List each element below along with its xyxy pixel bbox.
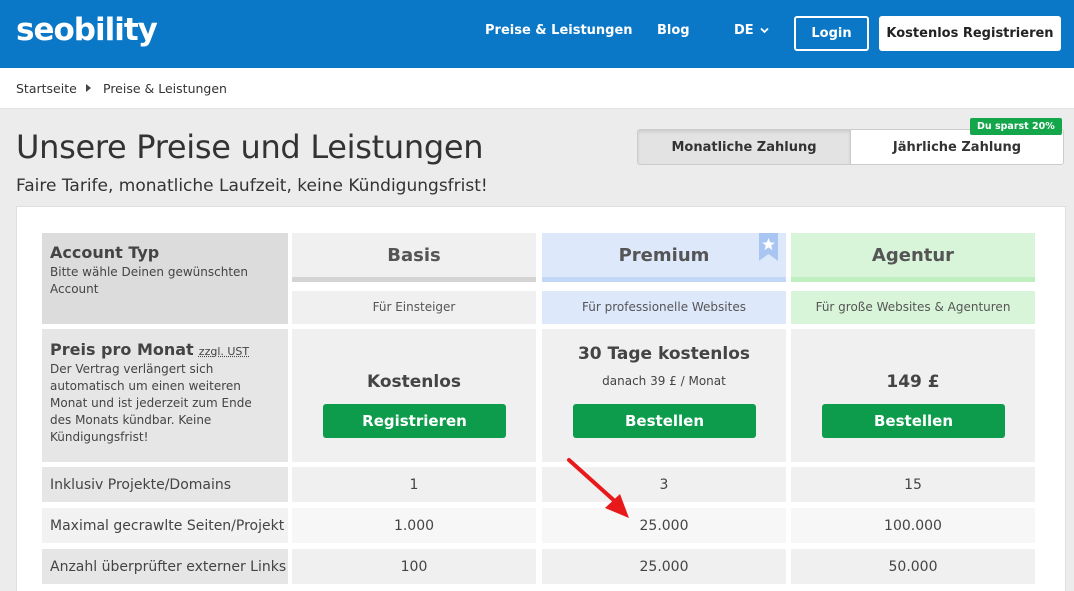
feature-value: 25.000 bbox=[639, 559, 689, 575]
account-type-title: Account Typ bbox=[50, 243, 160, 262]
feature-label: Anzahl überprüfter externer Links bbox=[50, 559, 287, 575]
seobility-logo[interactable]: seobility bbox=[16, 12, 158, 48]
plan-header-premium: Premium bbox=[542, 233, 786, 282]
price-agentur: 149 £ bbox=[886, 372, 940, 392]
feature-label: Inklusiv Projekte/Domains bbox=[50, 477, 232, 493]
top-navigation-bar: seobility Preise & Leistungen Blog DE Lo… bbox=[0, 0, 1074, 68]
price-cell-premium: 30 Tage kostenlos danach 39 £ / Monat Be… bbox=[542, 329, 786, 462]
feature-value: 50.000 bbox=[888, 559, 938, 575]
breadcrumb-home-link[interactable]: Startseite bbox=[16, 81, 77, 96]
vat-note: zzgl. UST bbox=[198, 345, 250, 358]
order-agentur-button[interactable]: Bestellen bbox=[822, 404, 1005, 438]
breadcrumb-current: Preise & Leistungen bbox=[103, 81, 227, 96]
page-title: Unsere Preise und Leistungen bbox=[16, 128, 484, 166]
feature-value: 1.000 bbox=[393, 518, 435, 534]
page-subtitle: Faire Tarife, monatliche Laufzeit, keine… bbox=[16, 176, 488, 196]
price-cell-basis: Kostenlos Registrieren bbox=[292, 329, 536, 462]
table-row: Maximal gecrawlte Seiten/Projekt bbox=[42, 508, 288, 543]
caret-right-icon bbox=[86, 84, 91, 92]
plan-sub-agentur-cell: Für große Websites & Agenturen bbox=[791, 291, 1035, 324]
table-cell: 100 bbox=[292, 549, 536, 584]
plan-sub-basis-cell: Für Einsteiger bbox=[292, 291, 536, 324]
login-button[interactable]: Login bbox=[794, 16, 869, 51]
nav-blog-link[interactable]: Blog bbox=[657, 23, 690, 38]
feature-value: 100 bbox=[400, 559, 428, 575]
yearly-payment-option[interactable]: Jährliche Zahlung bbox=[851, 130, 1063, 164]
nav-pricing-link[interactable]: Preise & Leistungen bbox=[485, 23, 633, 38]
price-label-cell: Preis pro Monat zzgl. UST Der Vertrag ve… bbox=[42, 329, 288, 462]
plan-sub-basis: Für Einsteiger bbox=[372, 300, 456, 314]
pricing-table-panel: Account Typ Bitte wähle Deinen gewünscht… bbox=[16, 206, 1066, 591]
language-label: DE bbox=[734, 23, 754, 38]
price-label-heading: Preis pro Monat zzgl. UST bbox=[50, 340, 249, 359]
plan-name-agentur: Agentur bbox=[871, 245, 955, 266]
price-basis: Kostenlos bbox=[366, 372, 462, 392]
plan-header-basis: Basis bbox=[292, 233, 536, 282]
star-bookmark-icon bbox=[759, 233, 778, 261]
chevron-down-icon bbox=[760, 27, 769, 34]
account-type-cell: Account Typ Bitte wähle Deinen gewünscht… bbox=[42, 233, 288, 324]
language-selector[interactable]: DE bbox=[734, 23, 769, 38]
plan-name-basis: Basis bbox=[387, 245, 441, 266]
breadcrumb: Startseite Preise & Leistungen bbox=[0, 68, 1074, 109]
savings-badge: Du sparst 20% bbox=[970, 118, 1062, 135]
table-row: Anzahl überprüfter externer Links bbox=[42, 549, 288, 584]
feature-value: 100.000 bbox=[884, 518, 942, 534]
plan-sub-premium: Für professionelle Websites bbox=[582, 300, 746, 314]
price-label-title: Preis pro Monat bbox=[50, 340, 194, 359]
price-premium: 30 Tage kostenlos bbox=[577, 344, 751, 364]
red-arrow-icon bbox=[567, 458, 629, 518]
monthly-payment-option[interactable]: Monatliche Zahlung bbox=[638, 130, 851, 164]
plan-sub-premium-cell: Für professionelle Websites bbox=[542, 291, 786, 324]
table-cell: 1 bbox=[292, 467, 536, 502]
order-premium-button[interactable]: Bestellen bbox=[573, 404, 756, 438]
feature-label: Maximal gecrawlte Seiten/Projekt bbox=[50, 518, 285, 534]
price-label-desc: Der Vertrag verlängert sich automatisch … bbox=[50, 362, 252, 444]
plan-header-agentur: Agentur bbox=[791, 233, 1035, 282]
plan-sub-agentur: Für große Websites & Agenturen bbox=[815, 300, 1011, 314]
table-cell: 50.000 bbox=[791, 549, 1035, 584]
table-cell: 25.000 bbox=[542, 549, 786, 584]
feature-value: 1 bbox=[409, 477, 419, 493]
table-cell: 15 bbox=[791, 467, 1035, 502]
feature-value: 15 bbox=[904, 477, 922, 493]
price-note-premium: danach 39 £ / Monat bbox=[602, 374, 726, 388]
table-row: Inklusiv Projekte/Domains bbox=[42, 467, 288, 502]
table-cell: 1.000 bbox=[292, 508, 536, 543]
register-button[interactable]: Kostenlos Registrieren bbox=[879, 16, 1061, 51]
account-type-desc: Bitte wähle Deinen gewünschten Account bbox=[50, 265, 249, 296]
register-basis-button[interactable]: Registrieren bbox=[323, 404, 506, 438]
table-cell: 100.000 bbox=[791, 508, 1035, 543]
plan-name-premium: Premium bbox=[618, 245, 710, 266]
price-cell-agentur: 149 £ Bestellen bbox=[791, 329, 1035, 462]
